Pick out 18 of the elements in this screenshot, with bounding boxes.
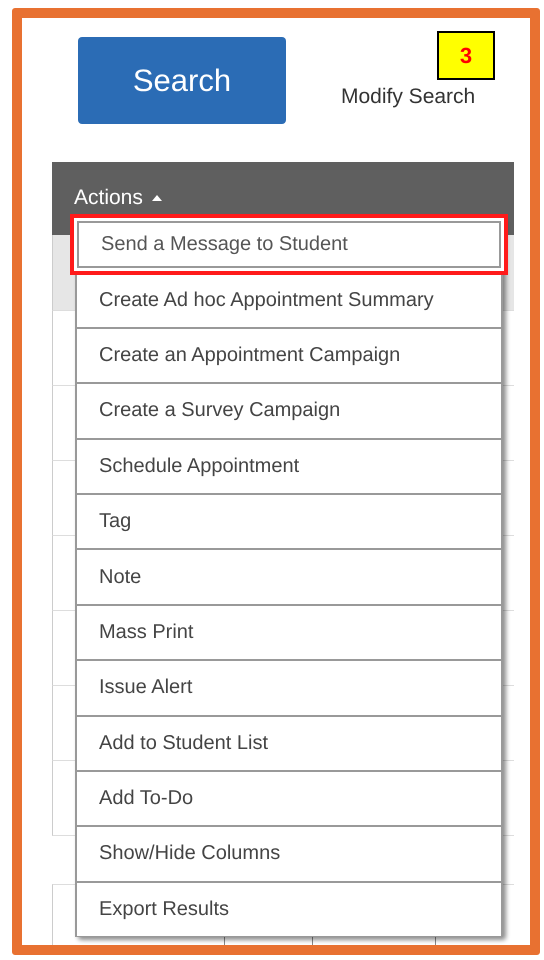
menu-item[interactable]: Mass Print — [75, 604, 503, 660]
menu-item[interactable]: Create a Survey Campaign — [75, 383, 503, 439]
menu-item[interactable]: Create an Appointment Campaign — [75, 328, 503, 384]
menu-item[interactable]: Create Ad hoc Appointment Summary — [75, 272, 503, 328]
menu-item[interactable]: Note — [75, 549, 503, 605]
caret-icon — [150, 194, 163, 202]
menu-item[interactable]: Add to Student List — [75, 716, 503, 771]
menu-item[interactable]: Show/Hide Columns — [75, 826, 503, 882]
step-badge: 3 — [437, 31, 495, 80]
menu-item[interactable]: Export Results — [75, 882, 503, 938]
search-button[interactable]: Search — [78, 37, 286, 124]
menu-item[interactable]: Add To-Do — [75, 770, 503, 826]
actions-dropdown[interactable]: Actions — [70, 186, 167, 210]
menu-item[interactable]: Send a Message to Student — [70, 214, 508, 276]
menu-item[interactable]: Issue Alert — [75, 660, 503, 716]
modify-search-link[interactable]: Modify Search — [341, 85, 476, 109]
menu-item[interactable]: Tag — [75, 494, 503, 550]
menu-item[interactable]: Schedule Appointment — [75, 438, 503, 494]
